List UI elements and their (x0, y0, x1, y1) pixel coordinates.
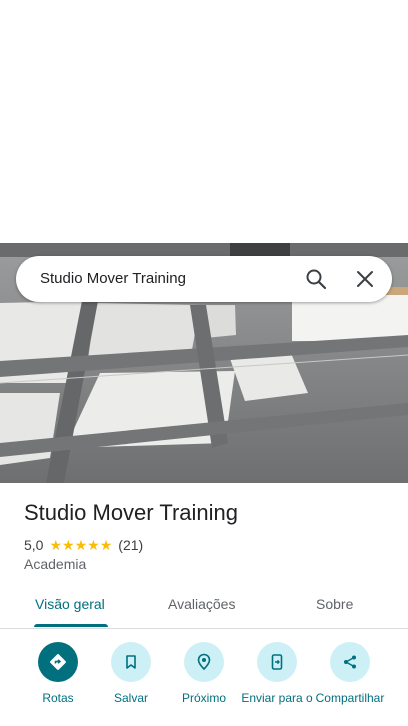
search-bar[interactable]: Studio Mover Training (16, 256, 392, 302)
search-query[interactable]: Studio Mover Training (40, 270, 186, 287)
nearby-icon (184, 642, 224, 682)
tab-about[interactable]: Sobre (316, 596, 353, 612)
review-count[interactable]: (21) (118, 537, 143, 553)
blank-area (0, 0, 408, 243)
star-rating: ★ ★ ★ ★ ★ (49, 538, 112, 552)
star-icon: ★ (74, 537, 88, 553)
rating-row[interactable]: 5,0 ★ ★ ★ ★ ★ (21) (24, 536, 143, 554)
place-category[interactable]: Academia (24, 556, 86, 572)
place-title: Studio Mover Training (24, 500, 238, 525)
search-icon[interactable] (304, 267, 328, 291)
directions-button[interactable]: Rotas (18, 640, 98, 706)
star-icon: ★ (87, 537, 100, 553)
close-icon[interactable] (353, 267, 377, 291)
active-tab-indicator (34, 624, 108, 627)
star-icon: ★ (99, 537, 113, 553)
save-button[interactable]: Salvar (91, 640, 171, 706)
bookmark-icon (111, 642, 151, 682)
send-to-phone-button[interactable]: Enviar para o (237, 640, 317, 706)
directions-icon (38, 642, 78, 682)
tab-reviews[interactable]: Avaliações (168, 596, 235, 612)
share-icon (330, 642, 370, 682)
tab-overview[interactable]: Visão geral (35, 596, 105, 612)
nearby-label: Próximo (181, 691, 226, 705)
action-bar: Rotas Salvar Próximo Enviar para o Compa… (0, 640, 408, 726)
tab-bar: Visão geral Avaliações Sobre (0, 584, 408, 629)
save-label: Salvar (113, 691, 148, 705)
star-icon: ★ (62, 537, 75, 553)
send-to-phone-label: Enviar para o (241, 691, 313, 705)
share-button[interactable]: Compartilhar (310, 640, 390, 706)
directions-label: Rotas (42, 691, 74, 705)
share-label: Compartilhar (315, 691, 385, 705)
star-icon: ★ (49, 537, 63, 553)
send-to-phone-icon (257, 642, 297, 682)
nearby-button[interactable]: Próximo (164, 640, 244, 706)
rating-value: 5,0 (24, 537, 44, 553)
